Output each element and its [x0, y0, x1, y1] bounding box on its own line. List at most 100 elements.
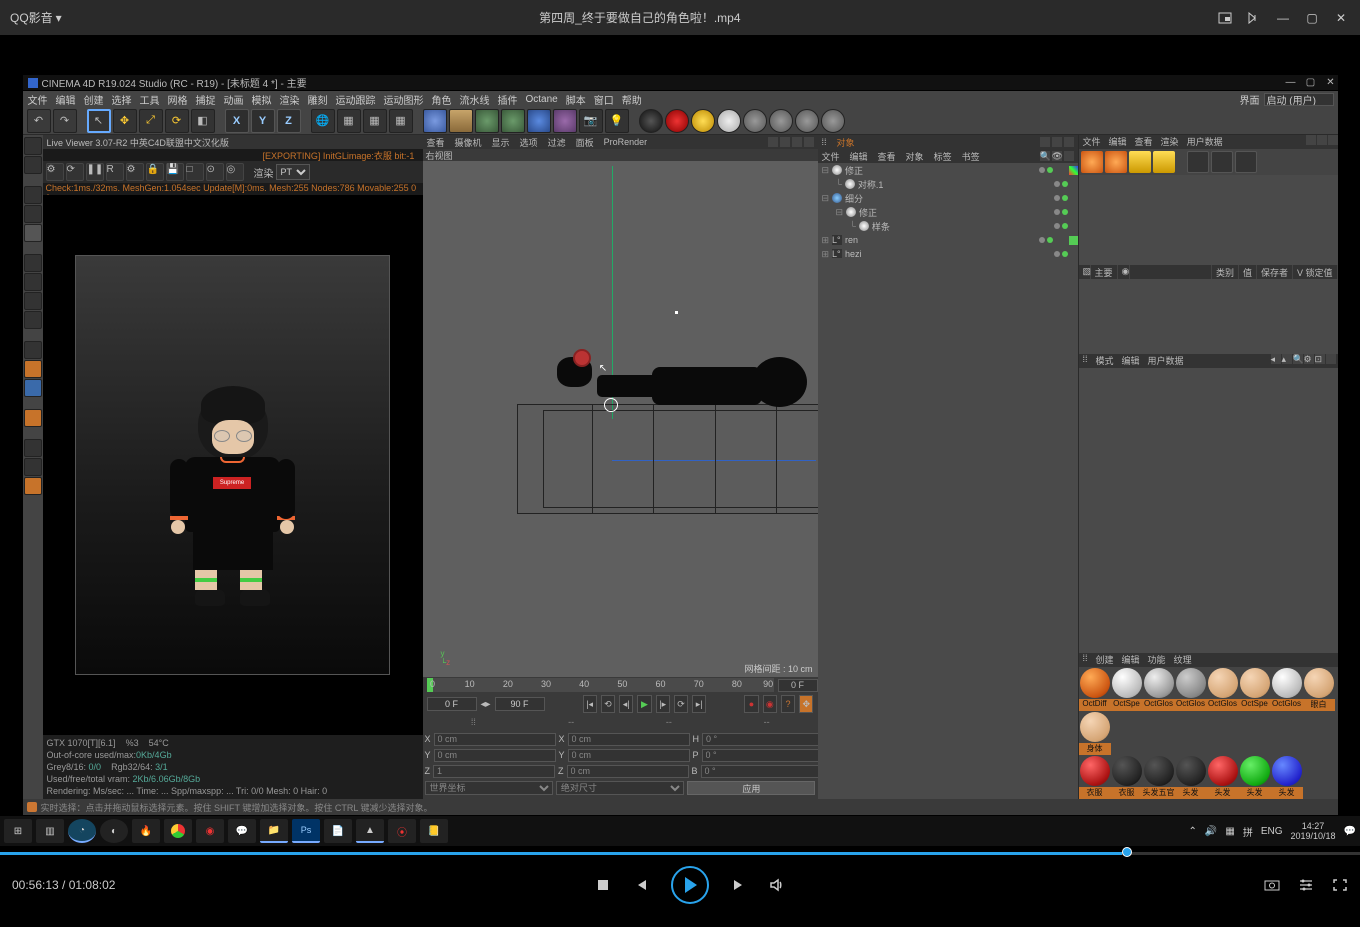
size-mode-select[interactable]: 绝对尺寸 — [556, 781, 684, 795]
tray-notification-icon[interactable]: 💬 — [1344, 826, 1356, 837]
mat-tab[interactable]: 创建 — [1096, 653, 1114, 667]
prev-key-icon[interactable]: ⟲ — [601, 695, 615, 713]
rot-h-input[interactable] — [702, 733, 824, 746]
material-swatch[interactable]: 身体 — [1079, 711, 1111, 755]
vp-nav-icon[interactable] — [804, 137, 814, 147]
play-button[interactable] — [671, 866, 709, 904]
environment-icon[interactable] — [553, 109, 577, 133]
light-icon[interactable]: 💡 — [605, 109, 629, 133]
x-axis-lock[interactable]: X — [225, 109, 249, 133]
material-swatch[interactable]: OctGlos — [1207, 667, 1239, 711]
material-swatch[interactable]: OctSpe — [1111, 667, 1143, 711]
last-tool-icon[interactable]: ◧ — [191, 109, 215, 133]
lv-pause-icon[interactable]: ❚❚ — [86, 163, 104, 181]
snap-grid-icon[interactable] — [24, 439, 42, 457]
play-forward-icon[interactable]: ▶ — [637, 695, 651, 713]
obj-tab[interactable]: 标签 — [934, 150, 952, 163]
volume-button[interactable] — [769, 877, 785, 893]
octane-mat1-icon[interactable] — [743, 109, 767, 133]
prev-frame-icon[interactable]: ◂| — [619, 695, 633, 713]
taskbar-app-icon[interactable]: ◔ — [68, 819, 96, 843]
quantize-icon[interactable] — [24, 477, 42, 495]
task-view-icon[interactable]: ▥ — [36, 819, 64, 843]
tray-volume-icon[interactable]: 🔊 — [1205, 826, 1217, 837]
vp-menu[interactable]: 面板 — [576, 136, 594, 149]
material-swatch[interactable]: 头发 — [1239, 755, 1271, 799]
take-tab[interactable]: 文件 — [1083, 135, 1101, 149]
object-row[interactable]: ⊞L°ren — [818, 233, 1078, 247]
vp-menu[interactable]: ProRender — [604, 137, 648, 147]
maximize-icon[interactable]: ▢ — [1305, 11, 1319, 25]
render-pv-icon[interactable]: ▦ — [363, 109, 387, 133]
menu-item[interactable]: 渲染 — [280, 92, 300, 107]
material-swatch[interactable]: 头发 — [1207, 755, 1239, 799]
material-swatch[interactable]: OctGlos — [1143, 667, 1175, 711]
taskbar-ps-icon[interactable]: Ps — [292, 819, 320, 843]
taskbar-app-icon[interactable]: ◐ — [100, 819, 128, 843]
octane-mat3-icon[interactable] — [795, 109, 819, 133]
obj-tab[interactable]: 对象 — [906, 150, 924, 163]
viewport-3d[interactable]: ↖ y└z 网格间距 : 10 cm — [423, 161, 818, 677]
obj-tab[interactable]: 文件 — [822, 150, 840, 163]
rot-b-input[interactable] — [701, 765, 823, 778]
move-tool-icon[interactable]: ✥ — [113, 109, 137, 133]
selection-tool-icon[interactable]: ↖ — [87, 109, 111, 133]
workplane-icon[interactable] — [24, 186, 42, 204]
coord-system-icon[interactable]: 🌐 — [311, 109, 335, 133]
object-row[interactable]: └对称.1 — [818, 177, 1078, 191]
timeline-end-field[interactable]: 0 F — [778, 679, 818, 692]
pos-z-input[interactable] — [433, 765, 555, 778]
goto-end-icon[interactable]: ▸| — [692, 695, 706, 713]
take-icon[interactable] — [1081, 151, 1103, 173]
key-options-icon[interactable]: ? — [781, 695, 795, 713]
camera-icon[interactable]: 📷 — [579, 109, 603, 133]
forward-icon[interactable] — [1247, 11, 1261, 25]
menu-item[interactable]: 网格 — [168, 92, 188, 107]
manipulator-handle[interactable]: ↖ — [573, 349, 591, 367]
take-tab[interactable]: 用户数据 — [1187, 135, 1223, 149]
vp-nav-icon[interactable] — [780, 137, 790, 147]
range-start-input[interactable] — [427, 697, 477, 711]
menu-item[interactable]: 创建 — [84, 92, 104, 107]
pip-icon[interactable] — [1218, 11, 1232, 25]
fullscreen-button[interactable] — [1332, 877, 1348, 893]
material-swatch[interactable]: 眼白 — [1303, 667, 1335, 711]
obj-tab[interactable]: 查看 — [878, 150, 896, 163]
lv-refresh-icon[interactable]: ⟳ — [66, 163, 84, 181]
lv-rec-icon[interactable]: R — [106, 163, 124, 181]
vp-nav-icon[interactable] — [768, 137, 778, 147]
object-row[interactable]: ⊟修正 — [818, 205, 1078, 219]
octane-light-icon[interactable] — [717, 109, 741, 133]
vp-menu[interactable]: 过滤 — [548, 136, 566, 149]
y-axis-lock[interactable]: Y — [251, 109, 275, 133]
deformer-icon[interactable] — [527, 109, 551, 133]
spline-pen-icon[interactable] — [449, 109, 473, 133]
coord-mode-select[interactable]: 世界坐标 — [425, 781, 553, 795]
material-swatch[interactable]: OctDiff — [1079, 667, 1111, 711]
material-swatch[interactable]: 衣服 — [1111, 755, 1143, 799]
snap-settings-icon[interactable] — [24, 458, 42, 476]
rotate-tool-icon[interactable]: ⟳ — [165, 109, 189, 133]
point-mode-icon[interactable] — [24, 254, 42, 272]
attr-tab[interactable]: 用户数据 — [1148, 354, 1184, 368]
object-mode-icon[interactable] — [24, 205, 42, 223]
take-icon[interactable] — [1129, 151, 1151, 173]
model-mode-icon[interactable] — [24, 137, 42, 155]
menu-item[interactable]: 雕刻 — [308, 92, 328, 107]
taskbar-explorer-icon[interactable]: 📁 — [260, 819, 288, 843]
goto-start-icon[interactable]: |◂ — [583, 695, 597, 713]
object-row[interactable]: ⊟细分 — [818, 191, 1078, 205]
material-swatch[interactable]: OctSpe — [1239, 667, 1271, 711]
next-key-icon[interactable]: ⟳ — [674, 695, 688, 713]
soft-select-icon[interactable] — [24, 360, 42, 378]
menu-item[interactable]: 脚本 — [566, 92, 586, 107]
taskbar-app-icon[interactable]: 🔥 — [132, 819, 160, 843]
taskbar-chrome-icon[interactable] — [164, 819, 192, 843]
c4d-menubar[interactable]: 文件 编辑 创建 选择 工具 网格 捕捉 动画 模拟 渲染 雕刻 运动跟踪 运动… — [23, 91, 1338, 107]
take-icon[interactable] — [1105, 151, 1127, 173]
live-render-view[interactable]: Supreme — [43, 195, 423, 735]
menu-item[interactable]: 流水线 — [460, 92, 490, 107]
next-button[interactable] — [731, 877, 747, 893]
menu-item[interactable]: 捕捉 — [196, 92, 216, 107]
texture-mode-icon[interactable] — [24, 156, 42, 174]
